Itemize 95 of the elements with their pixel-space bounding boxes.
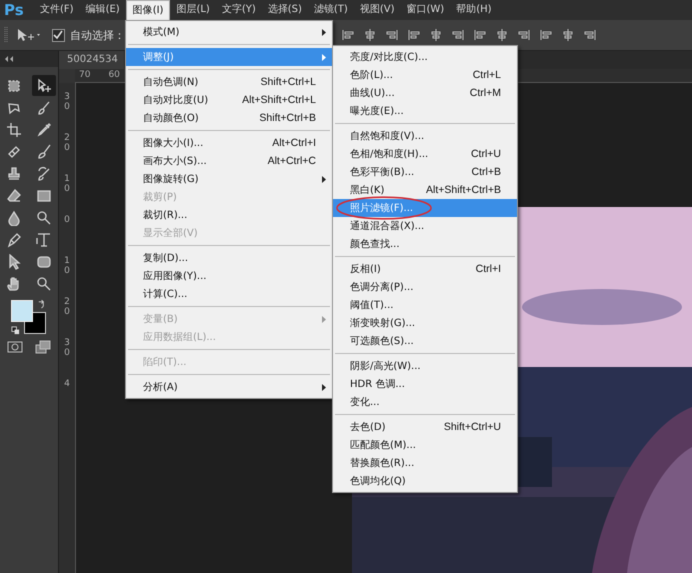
menu-bar-item[interactable]: 编辑(E) [80,0,126,20]
ruler-label: 30 [64,339,70,360]
align-icon[interactable] [363,28,377,42]
align-icon[interactable] [583,28,597,42]
menu-item[interactable]: 渐变映射(G)... [333,314,517,332]
menu-item[interactable]: 裁切(R)... [126,206,332,224]
eraser-icon [6,188,22,204]
menu-item[interactable]: 应用图像(Y)... [126,267,332,285]
ruler-label: 20 [64,134,70,155]
menu-item[interactable]: 模式(M) [126,23,332,41]
ruler-label: 10 [64,257,70,278]
app-logo[interactable]: Ps [0,1,34,19]
menu-item[interactable]: 去色(D) Shift+Ctrl+U [333,418,517,436]
align-icon[interactable] [561,28,575,42]
menu-bar-item[interactable]: 帮助(H) [450,0,498,20]
grip-icon [4,25,8,45]
menu-item[interactable]: 曲线(U)... Ctrl+M [333,84,517,102]
move-tool-icon[interactable] [16,28,42,42]
menu-item[interactable]: 色阶(L)... Ctrl+L [333,66,517,84]
marquee-icon [6,78,22,94]
menu-item[interactable]: 色相/饱和度(H)... Ctrl+U [333,145,517,163]
swap-colors-icon[interactable] [37,300,46,309]
auto-select-label: 自动选择： [70,28,125,42]
align-icon[interactable] [495,28,509,42]
align-icon[interactable] [517,28,531,42]
ruler-label: 60 [108,69,120,82]
color-swatches-drawing[interactable] [11,300,47,334]
menu-item[interactable]: 色调分离(P)... [333,278,517,296]
menu-item[interactable]: 自动色调(N) Shift+Ctrl+L [126,73,332,91]
menu-item[interactable]: 颜色查找... [333,235,517,253]
menu-item[interactable]: 通道混合器(X)... [333,217,517,235]
bandage-icon [6,144,22,160]
default-colors-icon[interactable] [11,326,20,335]
type-icon [36,232,52,248]
menu-item[interactable]: 色彩平衡(B)... Ctrl+B [333,163,517,181]
menu-item[interactable]: 图像大小(I)... Alt+Ctrl+I [126,134,332,152]
screen-mode-icon[interactable] [35,340,51,354]
ruler-label: 30 [64,93,70,114]
menu-item[interactable]: 色调均化(Q) [333,472,517,490]
menu-item[interactable]: 计算(C)... [126,285,332,303]
menu-bar-item[interactable]: 图层(L) [170,0,216,20]
eyedropper-icon [36,122,52,138]
align-icon[interactable] [451,28,465,42]
menu-item[interactable]: 反相(I) Ctrl+I [333,260,517,278]
collapse-icon[interactable] [4,56,14,62]
document-tab[interactable]: 50024534 [59,51,124,69]
brush-icon [36,100,52,116]
menu-bar-item[interactable]: 滤镜(T) [308,0,354,20]
zoom-icon [36,276,52,292]
menu-item[interactable]: 曝光度(E)... [333,102,517,120]
gradient-icon [36,188,52,204]
auto-select-checkbox[interactable] [52,28,65,42]
tool-button[interactable] [32,75,56,96]
menu-item[interactable]: 分析(A) [126,378,332,396]
align-icon[interactable] [473,28,487,42]
menu-item[interactable]: 可选颜色(S)... [333,332,517,350]
ruler-label: 4 [64,380,70,391]
ruler-label: 70 [79,69,90,82]
move-icon [36,78,52,94]
ruler-label: 10 [64,175,70,196]
align-icon[interactable] [385,28,399,42]
align-icon[interactable] [407,28,421,42]
stamp-icon [6,166,22,182]
align-icon[interactable] [429,28,443,42]
lollipop-icon [36,210,52,226]
menu-item[interactable]: 自动对比度(U) Alt+Shift+Ctrl+L [126,91,332,109]
menu-bar-item[interactable]: 窗口(W) [400,0,450,20]
menu-item[interactable]: 替换颜色(R)... [333,454,517,472]
menu-item[interactable]: 复制(D)... [126,249,332,267]
menu-item[interactable]: 阈值(T)... [333,296,517,314]
drop-icon [6,210,22,226]
align-icon[interactable] [341,28,355,42]
menu-item[interactable]: 匹配颜色(M)... [333,436,517,454]
menu-item[interactable]: 自动颜色(O) Shift+Ctrl+B [126,109,332,127]
menu-item[interactable]: 黑白(K) Alt+Shift+Ctrl+B [333,181,517,199]
menu-item[interactable]: HDR 色调... [333,375,517,393]
menu-item[interactable]: 图像旋转(G) [126,170,332,188]
menu-bar-item[interactable]: 文字(Y) [216,0,262,20]
menu-item[interactable]: 阴影/高光(W)... [333,357,517,375]
menu-bar-item[interactable]: 选择(S) [262,0,308,20]
menu-item[interactable]: 变化... [333,393,517,411]
menu-bar-item[interactable]: 文件(F) [34,0,80,20]
menu-item[interactable]: 画布大小(S)... Alt+Ctrl+C [126,152,332,170]
brush-icon [36,144,52,160]
menu-bar-item[interactable]: 图像(I) [126,0,170,20]
ruler-label: 20 [64,298,70,319]
menu-item[interactable]: 自然饱和度(V)... [333,127,517,145]
menu-bar-item[interactable]: 视图(V) [354,0,400,20]
align-icon[interactable] [539,28,553,42]
history-brush-icon [36,166,52,182]
menu-item[interactable]: 亮度/对比度(C)... [333,48,517,66]
quick-mask-icon[interactable] [7,340,23,354]
ruler-label: 0 [64,216,70,227]
crop-icon [6,122,22,138]
pen-icon [6,232,22,248]
